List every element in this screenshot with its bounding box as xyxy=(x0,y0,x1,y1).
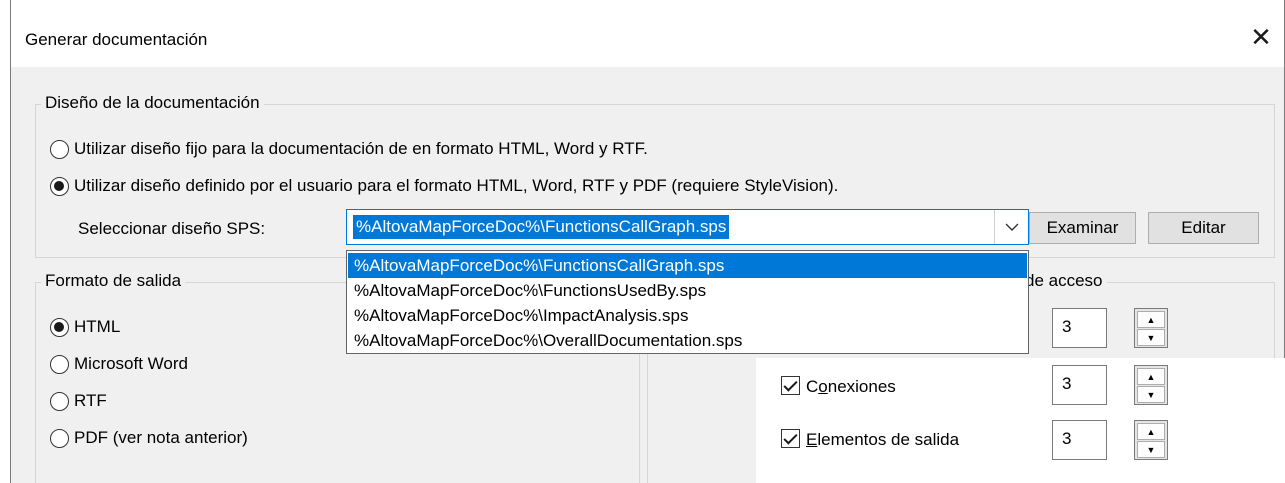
rtf-label: RTF xyxy=(74,391,107,410)
radio-rtf[interactable] xyxy=(50,392,69,411)
radio-word[interactable] xyxy=(50,355,69,374)
connections-label: Conexiones xyxy=(806,377,896,397)
checkbox-output-items[interactable] xyxy=(781,429,800,448)
close-icon[interactable]: ✕ xyxy=(1238,18,1284,58)
dialog-title: Generar documentación xyxy=(25,30,208,49)
spin-up-icon[interactable]: ▲ xyxy=(1137,423,1165,440)
spin-down-icon[interactable]: ▼ xyxy=(1137,329,1165,346)
sps-combobox-value: %AltovaMapForceDoc%\FunctionsCallGraph.s… xyxy=(353,215,730,239)
spin-up-icon[interactable]: ▲ xyxy=(1137,368,1165,385)
chevron-down-icon[interactable] xyxy=(994,210,1028,244)
html-label: HTML xyxy=(74,317,121,336)
dropdown-option[interactable]: %AltovaMapForceDoc%\OverallDocumentation… xyxy=(348,328,1027,353)
checkbox-connections[interactable] xyxy=(781,376,800,395)
spin-buttons-0[interactable]: ▲ ▼ xyxy=(1134,308,1168,348)
dropdown-option[interactable]: %AltovaMapForceDoc%\ImpactAnalysis.sps xyxy=(348,303,1027,328)
dialog-window: Generar documentación ✕ Diseño de la doc… xyxy=(10,0,1285,483)
spin-down-icon[interactable]: ▼ xyxy=(1137,386,1165,403)
spin-value-2-text: 3 xyxy=(1062,429,1072,448)
spin-value-1-text: 3 xyxy=(1062,374,1072,393)
spin-value-0[interactable]: 3 xyxy=(1052,308,1107,348)
output-items-label-text: Elementos de salida xyxy=(806,430,960,449)
fixed-design-label: Utilizar diseño fijo para la documentaci… xyxy=(74,139,648,158)
spin-buttons-1[interactable]: ▲ ▼ xyxy=(1134,365,1168,405)
radio-user-design[interactable] xyxy=(50,177,69,196)
dropdown-option[interactable]: %AltovaMapForceDoc%\FunctionsCallGraph.s… xyxy=(348,253,1027,278)
spin-value-1[interactable]: 3 xyxy=(1052,365,1107,405)
pdf-label: PDF (ver nota anterior) xyxy=(74,428,248,447)
output-format-legend: Formato de salida xyxy=(41,271,186,291)
output-items-label: Elementos de salida xyxy=(806,430,959,450)
spin-value-2[interactable]: 3 xyxy=(1052,420,1107,460)
title-bar: Generar documentación ✕ xyxy=(11,0,1284,67)
sps-label: Seleccionar diseño SPS: xyxy=(78,219,266,238)
spin-up-icon[interactable]: ▲ xyxy=(1137,311,1165,328)
connections-label-text: Conexiones xyxy=(806,377,896,396)
radio-html[interactable] xyxy=(50,318,69,337)
radio-pdf[interactable] xyxy=(50,429,69,448)
radio-fixed-design[interactable] xyxy=(50,140,69,159)
edit-button[interactable]: Editar xyxy=(1148,212,1259,244)
user-design-label: Utilizar diseño definido por el usuario … xyxy=(74,176,839,195)
sps-combobox[interactable]: %AltovaMapForceDoc%\FunctionsCallGraph.s… xyxy=(346,209,1029,245)
spin-value-0-text: 3 xyxy=(1062,317,1072,336)
word-label: Microsoft Word xyxy=(74,354,188,373)
design-group-legend: Diseño de la documentación xyxy=(41,93,264,113)
browse-button[interactable]: Examinar xyxy=(1029,212,1136,244)
spin-buttons-2[interactable]: ▲ ▼ xyxy=(1134,420,1168,460)
dropdown-option[interactable]: %AltovaMapForceDoc%\FunctionsUsedBy.sps xyxy=(348,278,1027,303)
sps-dropdown-list[interactable]: %AltovaMapForceDoc%\FunctionsCallGraph.s… xyxy=(346,250,1029,354)
spin-down-icon[interactable]: ▼ xyxy=(1137,441,1165,458)
access-group-legend: de acceso xyxy=(1021,271,1107,291)
